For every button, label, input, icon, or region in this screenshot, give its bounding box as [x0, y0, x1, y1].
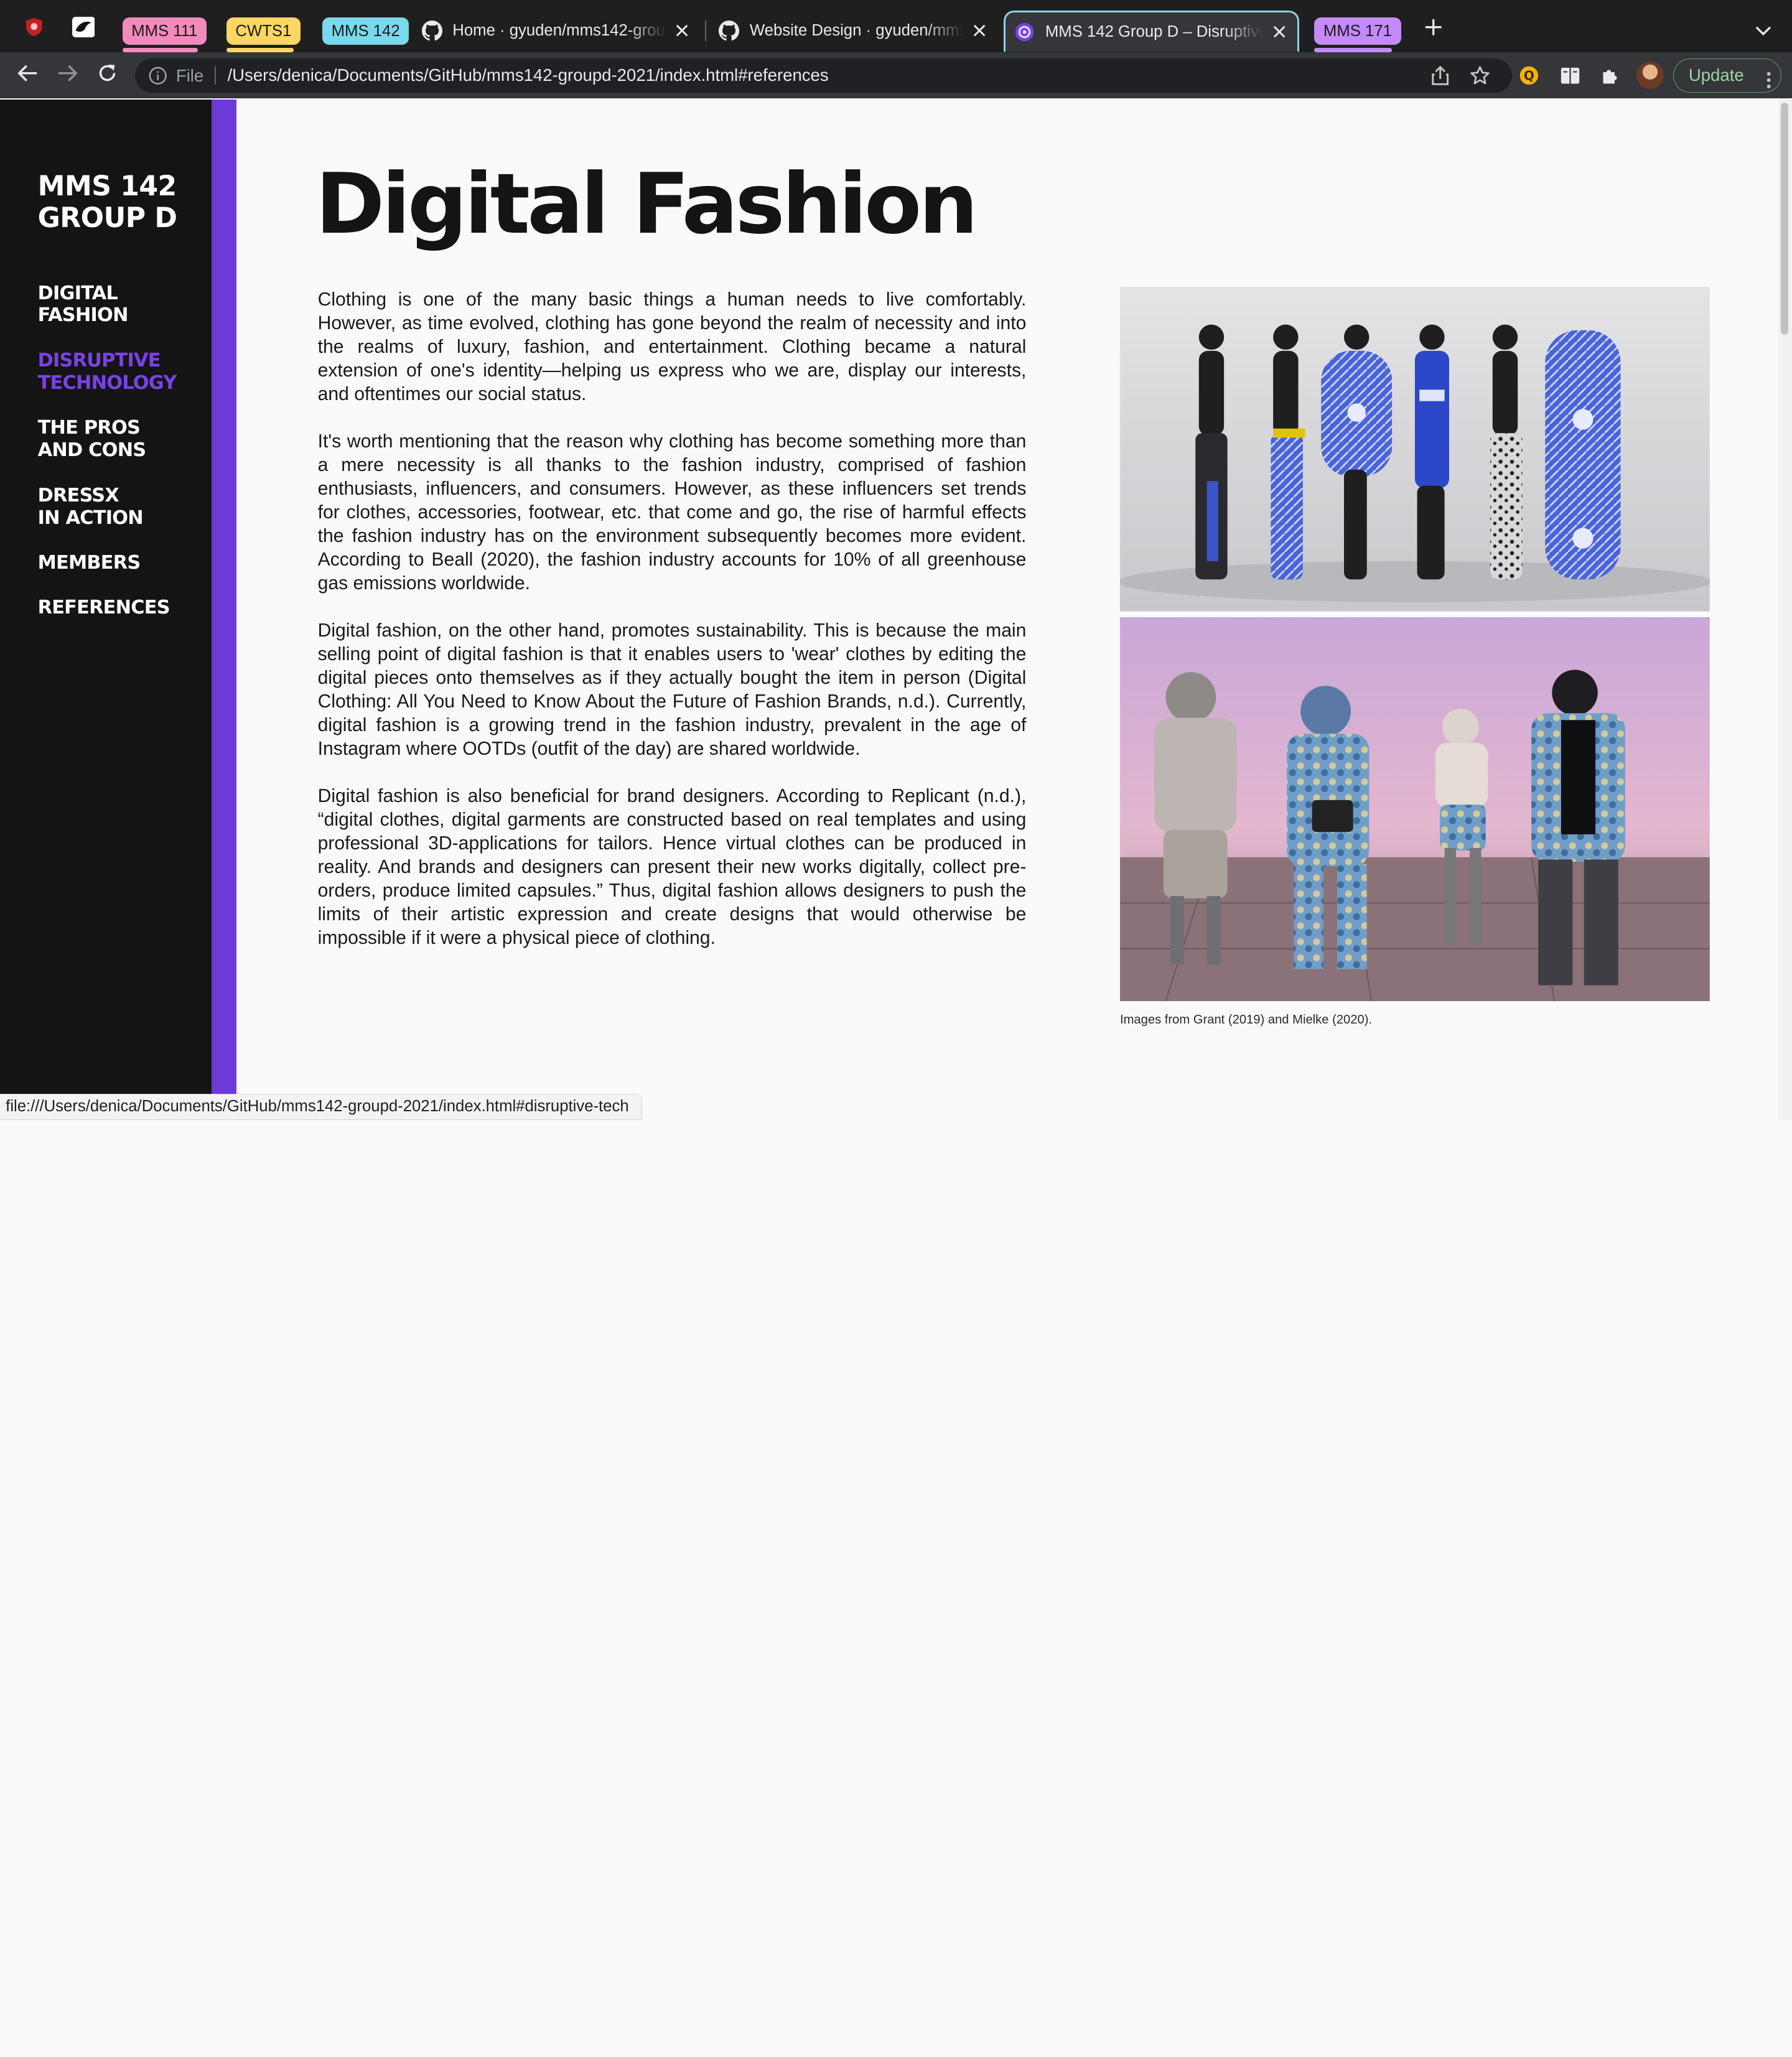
update-label: Update — [1688, 65, 1744, 85]
scrollbar-thumb[interactable] — [1780, 103, 1789, 335]
nav-dressx-in-action[interactable]: DRESSX IN ACTION — [38, 485, 210, 529]
tab-title: Home · gyuden/mms142-groupd-2021 — [452, 22, 666, 40]
site-favicon-icon — [1014, 22, 1035, 42]
nav-references[interactable]: REFERENCES — [38, 597, 210, 619]
paragraph: It's worth mentioning that the reason wh… — [317, 431, 1027, 594]
sidebar-accent-bar — [211, 99, 237, 1120]
info-icon[interactable] — [149, 67, 167, 85]
paragraph: Digital fashion is also beneficial for b… — [317, 785, 1027, 948]
paragraph: Clothing is one of the many basic things… — [317, 289, 1027, 404]
tab-title: Website Design · gyuden/mms142-groupd-20… — [749, 22, 964, 40]
reading-list-icon[interactable] — [1557, 63, 1582, 88]
tab-group-underline — [122, 48, 198, 53]
back-button[interactable] — [14, 62, 41, 89]
image-digital-garments-mannequins — [1120, 287, 1710, 612]
reload-icon — [97, 63, 118, 88]
arrow-right-icon — [57, 64, 78, 87]
extension-translate-icon[interactable]: Q — [1516, 63, 1541, 88]
github-icon — [719, 21, 740, 41]
omnibox-separator — [215, 66, 217, 85]
nav-pros-and-cons[interactable]: THE PROS AND CONS — [38, 417, 210, 462]
browser-window: MMS 111 CWTS1 MMS 142 Home · gyuden/mms1… — [0, 0, 1792, 1120]
web-page: MMS 142 GROUP D DIGITAL FASHION DISRUPTI… — [0, 99, 1792, 1120]
update-button[interactable]: Update — [1673, 58, 1782, 93]
tab-group-cwts1[interactable]: CWTS1 — [226, 17, 301, 45]
more-vertical-icon — [1766, 67, 1771, 99]
link-status-bubble: file:///Users/denica/Documents/GitHub/mm… — [0, 1093, 643, 1120]
close-icon[interactable] — [673, 22, 691, 40]
tab-strip: MMS 111 CWTS1 MMS 142 Home · gyuden/mms1… — [0, 0, 1792, 53]
origin-chip: File — [175, 65, 204, 85]
nav-members[interactable]: MEMBERS — [38, 552, 210, 574]
paragraph: Digital fashion, on the other hand, prom… — [317, 620, 1027, 759]
tab-title: MMS 142 Group D – Disruptive Technology — [1045, 22, 1264, 40]
address-bar[interactable]: File — [134, 58, 1512, 93]
tab-group-mms142[interactable]: MMS 142 — [322, 17, 409, 45]
tab-separator — [705, 21, 707, 42]
forward-button[interactable] — [54, 62, 81, 89]
chevron-down-icon — [1755, 21, 1771, 42]
github-icon — [421, 21, 442, 41]
image-digital-outfits-desert — [1120, 617, 1710, 1001]
pinned-tab-bird[interactable] — [71, 17, 96, 42]
site-sidebar: MMS 142 GROUP D DIGITAL FASHION DISRUPTI… — [0, 99, 212, 1120]
tab-group-mms111[interactable]: MMS 111 — [122, 17, 207, 45]
article-body: Clothing is one of the many basic things… — [318, 288, 1027, 974]
tab-active-mms142-group-d[interactable]: MMS 142 Group D – Disruptive Technology — [1003, 10, 1300, 52]
reload-button[interactable] — [94, 62, 121, 89]
figure-caption: Images from Grant (2019) and Mielke (202… — [1120, 1013, 1373, 1027]
profile-avatar[interactable] — [1636, 62, 1664, 90]
tab-group-mms171[interactable]: MMS 171 — [1314, 17, 1401, 45]
nav-disruptive-technology[interactable]: DISRUPTIVE TECHNOLOGY — [38, 350, 210, 394]
arrow-left-icon — [17, 64, 38, 87]
svg-text:Q: Q — [1524, 68, 1534, 83]
site-brand[interactable]: MMS 142 GROUP D — [38, 170, 210, 235]
pinned-tab-shield[interactable] — [22, 17, 47, 42]
page-title: Digital Fashion — [315, 156, 978, 253]
tab-group-underline — [226, 48, 294, 53]
close-icon[interactable] — [1270, 22, 1288, 40]
close-icon[interactable] — [970, 22, 988, 40]
tab-github-home[interactable]: Home · gyuden/mms142-groupd-2021 — [413, 11, 701, 50]
extensions-puzzle-icon[interactable] — [1598, 63, 1623, 88]
shield-icon — [25, 17, 43, 42]
share-icon[interactable] — [1430, 65, 1450, 86]
new-tab-button[interactable] — [1421, 17, 1445, 42]
tab-search-button[interactable] — [1752, 19, 1775, 42]
tab-group-underline — [1314, 48, 1393, 53]
plus-icon — [1424, 18, 1442, 41]
bird-logo-icon — [72, 17, 95, 42]
bookmark-star-icon[interactable] — [1470, 65, 1490, 86]
tab-github-website-design[interactable]: Website Design · gyuden/mms142-groupd-20… — [710, 11, 998, 50]
nav-digital-fashion[interactable]: DIGITAL FASHION — [38, 282, 210, 327]
url-field[interactable] — [227, 63, 1416, 87]
browser-toolbar: File Q Update — [0, 52, 1792, 98]
